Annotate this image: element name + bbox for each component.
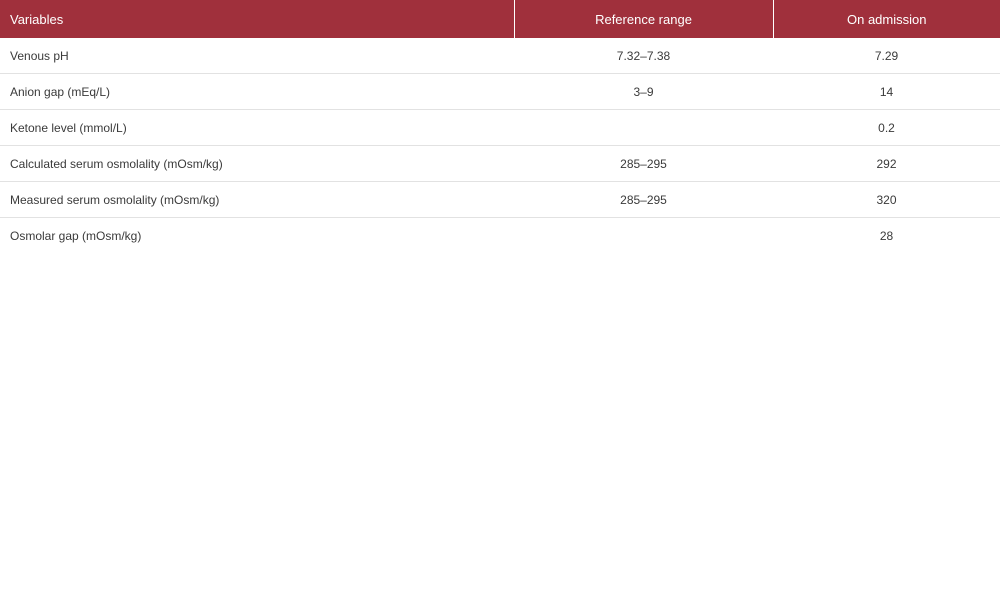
variable-cell: Venous pH — [0, 38, 514, 74]
table-row: Anion gap (mEq/L) 3–9 14 — [0, 73, 1000, 110]
lab-results-table: Variables Reference range On admission V… — [0, 0, 1000, 253]
table-row: Calculated serum osmolality (mOsm/kg) 28… — [0, 145, 1000, 182]
header-on-admission: On admission — [773, 0, 1000, 38]
on-admission-cell: 28 — [879, 228, 894, 243]
table-row: Osmolar gap (mOsm/kg) 28 — [0, 218, 1000, 254]
header-variables: Variables — [0, 0, 515, 38]
header-reference-range: Reference range — [514, 0, 774, 38]
on-admission-cell: 7.29 — [773, 38, 1000, 74]
header-row: Variables Reference range On admission — [0, 0, 1000, 38]
table-body: Venous pH 7.32–7.38 7.29 Anion gap (mEq/… — [0, 38, 1000, 253]
on-admission-cell: 292 — [773, 145, 1000, 182]
table-row: Venous pH 7.32–7.38 7.29 — [0, 38, 1000, 74]
table-row: Ketone level (mmol/L) 0.2 — [0, 109, 1000, 146]
variable-cell: Ketone level (mmol/L) — [0, 109, 514, 146]
reference-range-cell: 285–295 — [514, 181, 773, 218]
on-admission-cell: 14 — [773, 73, 1000, 110]
on-admission-cell: 320 — [773, 181, 1000, 218]
reference-range-cell: 3–9 — [514, 73, 773, 110]
reference-range-cell — [514, 218, 773, 254]
lab-results-table-container: Variables Reference range On admission V… — [0, 0, 1000, 253]
reference-range-cell — [514, 109, 773, 146]
reference-range-cell: 7.32–7.38 — [514, 38, 773, 74]
reference-range-cell: 285–295 — [514, 145, 773, 182]
table-row: Measured serum osmolality (mOsm/kg) 285–… — [0, 181, 1000, 218]
on-admission-cell: 0.2 — [773, 109, 1000, 146]
variable-cell: Measured serum osmolality (mOsm/kg) — [0, 181, 514, 218]
table-header: Variables Reference range On admission — [0, 0, 1000, 38]
variable-cell: Osmolar gap (mOsm/kg) — [10, 228, 142, 243]
variable-cell: Anion gap (mEq/L) — [0, 73, 514, 110]
variable-cell: Calculated serum osmolality (mOsm/kg) — [0, 145, 514, 182]
